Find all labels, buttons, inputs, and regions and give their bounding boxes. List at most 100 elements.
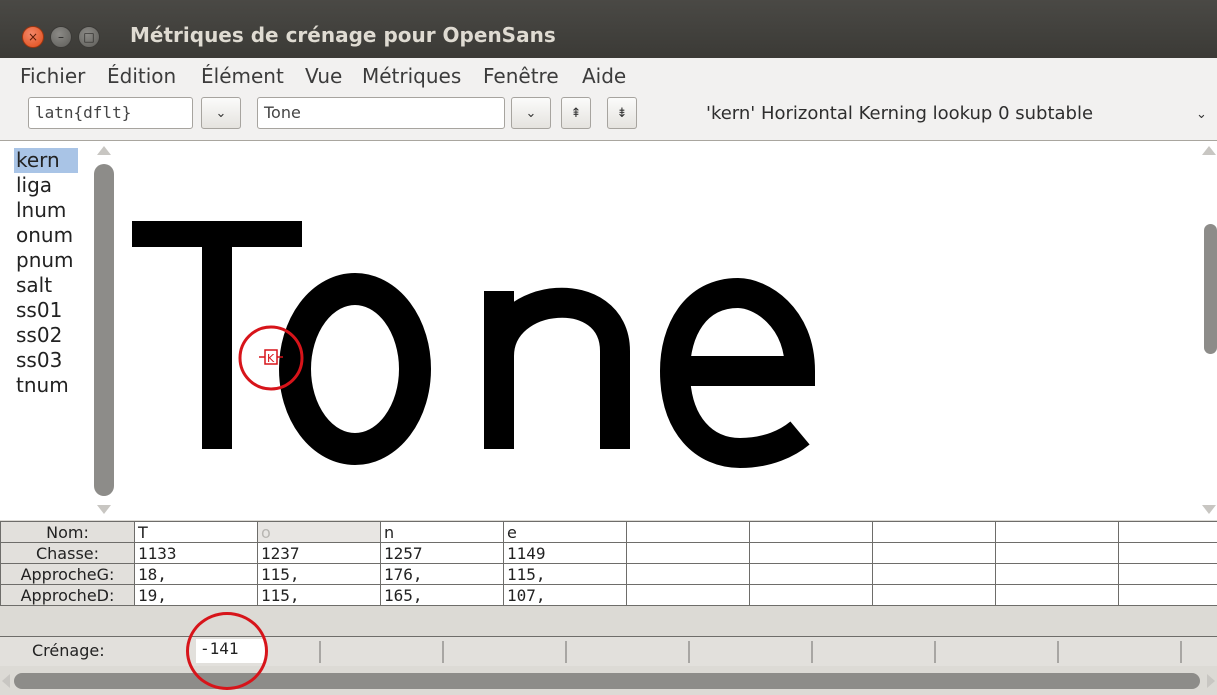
- text-dropdown-button[interactable]: ⌄: [511, 97, 551, 129]
- row-label-advance: Chasse:: [0, 542, 135, 564]
- close-window-button[interactable]: ×: [22, 26, 44, 48]
- empty-cell[interactable]: [749, 584, 873, 606]
- menu-edition[interactable]: Édition: [107, 64, 176, 88]
- previous-glyph-button[interactable]: ⇞: [561, 97, 591, 129]
- feature-item-pnum[interactable]: pnum: [14, 248, 84, 273]
- metrics-row-rsb: ApprocheD: 19, 115, 165, 107,: [0, 584, 1217, 606]
- empty-cell[interactable]: [749, 563, 873, 585]
- scroll-thumb[interactable]: [1204, 224, 1217, 354]
- script-lang-field[interactable]: latn{dflt}: [28, 97, 193, 129]
- scroll-up-icon[interactable]: [1202, 146, 1216, 155]
- empty-cell[interactable]: [1118, 584, 1217, 606]
- empty-cell[interactable]: [995, 521, 1119, 543]
- arrow-up-icon: ⇞: [570, 105, 582, 121]
- empty-cell[interactable]: [626, 584, 750, 606]
- empty-cell[interactable]: [749, 521, 873, 543]
- feature-item-ss02[interactable]: ss02: [14, 323, 84, 348]
- scroll-right-icon[interactable]: [1207, 674, 1215, 688]
- chevron-down-icon: ⌄: [215, 105, 227, 121]
- text-input[interactable]: Tone: [257, 97, 505, 129]
- empty-cell[interactable]: [1118, 542, 1217, 564]
- glyph-name-cell[interactable]: e: [503, 521, 627, 543]
- glyph-name-cell[interactable]: T: [134, 521, 258, 543]
- menu-aide[interactable]: Aide: [582, 64, 626, 88]
- glyph-preview[interactable]: K: [0, 141, 1217, 519]
- rsb-cell[interactable]: 115,: [257, 584, 381, 606]
- empty-cell[interactable]: [626, 563, 750, 585]
- preview-canvas[interactable]: K: [0, 140, 1217, 520]
- lookup-select[interactable]: 'kern' Horizontal Kerning lookup 0 subta…: [706, 103, 1093, 124]
- empty-cell[interactable]: [626, 521, 750, 543]
- row-label-name: Nom:: [0, 521, 135, 543]
- chevron-down-icon: ⌄: [525, 105, 537, 121]
- row-label-lsb: ApprocheG:: [0, 563, 135, 585]
- lsb-cell[interactable]: 176,: [380, 563, 504, 585]
- feature-item-ss01[interactable]: ss01: [14, 298, 84, 323]
- scroll-left-icon[interactable]: [2, 674, 10, 688]
- advance-cell[interactable]: 1149: [503, 542, 627, 564]
- rsb-cell[interactable]: 107,: [503, 584, 627, 606]
- chevron-down-icon[interactable]: ⌄: [1196, 107, 1207, 122]
- close-icon: ×: [27, 30, 39, 44]
- metrics-table: Nom: T o n e Chasse: 1133 1237 1257 1149…: [0, 521, 1217, 606]
- script-dropdown-button[interactable]: ⌄: [201, 97, 241, 129]
- next-glyph-button[interactable]: ⇟: [607, 97, 637, 129]
- kerning-row: Crénage: -141: [0, 636, 1217, 666]
- feature-list[interactable]: kern liga lnum onum pnum salt ss01 ss02 …: [14, 148, 84, 398]
- empty-cell[interactable]: [1118, 521, 1217, 543]
- menu-element[interactable]: Élément: [201, 64, 284, 88]
- empty-cell[interactable]: [626, 542, 750, 564]
- minimize-window-button[interactable]: –: [50, 26, 72, 48]
- menu-fichier[interactable]: Fichier: [20, 64, 85, 88]
- menu-fenetre[interactable]: Fenêtre: [483, 64, 559, 88]
- kern-row-dividers: [319, 641, 1182, 663]
- preview-vertical-scrollbar[interactable]: [1200, 142, 1217, 518]
- rsb-cell[interactable]: 165,: [380, 584, 504, 606]
- toolbar: latn{dflt} ⌄ Tone ⌄ ⇞ ⇟ 'kern' Horizonta…: [0, 92, 1217, 140]
- feature-item-lnum[interactable]: lnum: [14, 198, 84, 223]
- lsb-cell[interactable]: 115,: [257, 563, 381, 585]
- feature-item-kern[interactable]: kern: [14, 148, 78, 173]
- glyph-T-stem: [202, 221, 232, 449]
- advance-cell[interactable]: 1237: [257, 542, 381, 564]
- empty-cell[interactable]: [995, 563, 1119, 585]
- scroll-up-icon[interactable]: [97, 146, 111, 155]
- highlight-ring-kern: [186, 612, 268, 690]
- empty-cell[interactable]: [872, 521, 996, 543]
- feature-item-salt[interactable]: salt: [14, 273, 84, 298]
- horizontal-scrollbar[interactable]: [0, 666, 1217, 695]
- menu-vue[interactable]: Vue: [305, 64, 342, 88]
- metrics-row-name: Nom: T o n e: [0, 521, 1217, 543]
- feature-item-liga[interactable]: liga: [14, 173, 84, 198]
- empty-cell[interactable]: [872, 563, 996, 585]
- empty-cell[interactable]: [995, 542, 1119, 564]
- empty-cell[interactable]: [1118, 563, 1217, 585]
- row-label-kern: Crénage:: [32, 641, 105, 660]
- kern-marker-label: K: [267, 352, 275, 365]
- scroll-thumb[interactable]: [94, 164, 114, 496]
- lsb-cell[interactable]: 18,: [134, 563, 258, 585]
- scroll-down-icon[interactable]: [1202, 505, 1216, 514]
- rsb-cell[interactable]: 19,: [134, 584, 258, 606]
- advance-cell[interactable]: 1133: [134, 542, 258, 564]
- maximize-window-button[interactable]: □: [78, 26, 100, 48]
- empty-cell[interactable]: [995, 584, 1119, 606]
- advance-cell[interactable]: 1257: [380, 542, 504, 564]
- menu-metriques[interactable]: Métriques: [362, 64, 461, 88]
- minimize-icon: –: [58, 30, 64, 44]
- empty-cell[interactable]: [749, 542, 873, 564]
- scroll-thumb[interactable]: [14, 673, 1200, 689]
- feature-item-tnum[interactable]: tnum: [14, 373, 84, 398]
- feature-item-onum[interactable]: onum: [14, 223, 84, 248]
- glyph-name-cell[interactable]: o: [257, 521, 381, 543]
- glyph-e: [659, 277, 816, 469]
- lsb-cell[interactable]: 115,: [503, 563, 627, 585]
- glyph-n-arch: [484, 287, 630, 449]
- glyph-name-cell[interactable]: n: [380, 521, 504, 543]
- empty-cell[interactable]: [872, 542, 996, 564]
- title-bar: × – □ Métriques de crénage pour OpenSans: [0, 0, 1217, 58]
- empty-cell[interactable]: [872, 584, 996, 606]
- feature-item-ss03[interactable]: ss03: [14, 348, 84, 373]
- feature-list-scrollbar[interactable]: [91, 142, 117, 518]
- scroll-down-icon[interactable]: [97, 505, 111, 514]
